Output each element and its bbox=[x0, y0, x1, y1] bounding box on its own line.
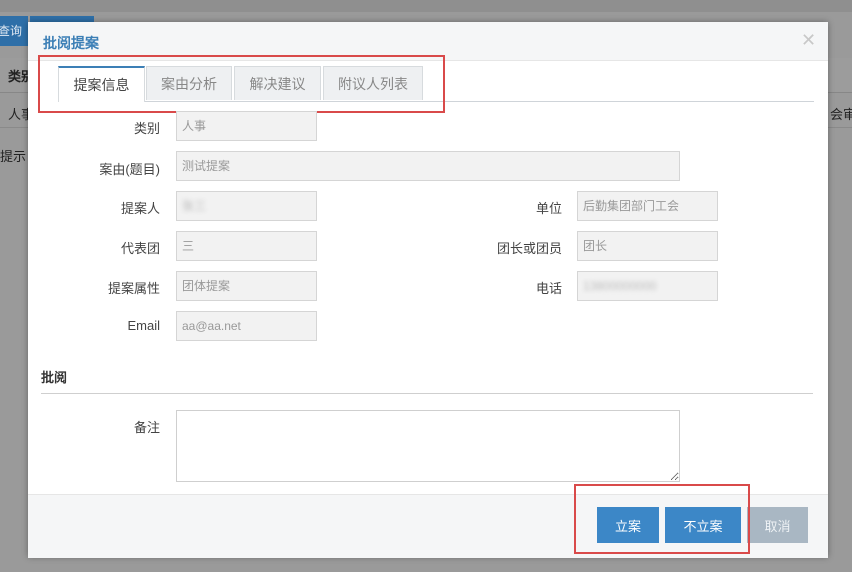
delegation-field[interactable]: 三 bbox=[176, 231, 317, 261]
category-field[interactable]: 人事 bbox=[176, 111, 317, 141]
review-proposal-dialog: 批阅提案 ✕ 提案信息 案由分析 解决建议 附议人列表 类别 人事 案由(题目)… bbox=[28, 22, 828, 558]
category-label: 类别 bbox=[133, 121, 160, 136]
cancel-button[interactable]: 取消 bbox=[747, 507, 808, 543]
proposer-field[interactable]: 张三 bbox=[176, 191, 317, 221]
role-field[interactable]: 团长 bbox=[577, 231, 718, 261]
remark-label: 备注 bbox=[133, 420, 160, 435]
background-topbar bbox=[0, 0, 852, 12]
background-query-button: 查询 bbox=[0, 16, 28, 46]
subject-label: 案由(题目) bbox=[99, 162, 160, 177]
role-label: 团长或团员 bbox=[496, 241, 562, 256]
dialog-header: 批阅提案 ✕ bbox=[28, 22, 828, 61]
remark-textarea[interactable] bbox=[176, 410, 680, 482]
email-field[interactable]: aa@aa.net bbox=[176, 311, 317, 341]
phone-value: 13800000000 bbox=[583, 279, 657, 293]
attribute-label: 提案属性 bbox=[107, 281, 160, 296]
unit-label: 单位 bbox=[535, 201, 562, 216]
review-section-divider bbox=[41, 393, 813, 394]
tab-solution-suggestion[interactable]: 解决建议 bbox=[234, 66, 321, 100]
close-icon[interactable]: ✕ bbox=[801, 30, 816, 51]
not-file-button[interactable]: 不立案 bbox=[665, 507, 741, 543]
background-row-status: 会审 bbox=[830, 107, 852, 122]
email-label: Email bbox=[127, 318, 160, 333]
review-section-title: 批阅 bbox=[41, 370, 68, 385]
tab-cause-analysis[interactable]: 案由分析 bbox=[146, 66, 232, 100]
tabs-underline bbox=[58, 101, 814, 102]
tab-seconders-list[interactable]: 附议人列表 bbox=[323, 66, 423, 100]
subject-field[interactable]: 测试提案 bbox=[176, 151, 680, 181]
delegation-label: 代表团 bbox=[120, 241, 160, 256]
phone-label: 电话 bbox=[535, 281, 562, 296]
dialog-title: 批阅提案 bbox=[43, 35, 99, 51]
file-button[interactable]: 立案 bbox=[597, 507, 659, 543]
phone-field[interactable]: 13800000000 bbox=[577, 271, 718, 301]
proposer-label: 提案人 bbox=[120, 201, 160, 216]
attribute-field[interactable]: 团体提案 bbox=[176, 271, 317, 301]
tab-proposal-info[interactable]: 提案信息 bbox=[58, 66, 145, 102]
unit-field[interactable]: 后勤集团部门工会 bbox=[577, 191, 718, 221]
proposer-value: 张三 bbox=[182, 199, 207, 213]
